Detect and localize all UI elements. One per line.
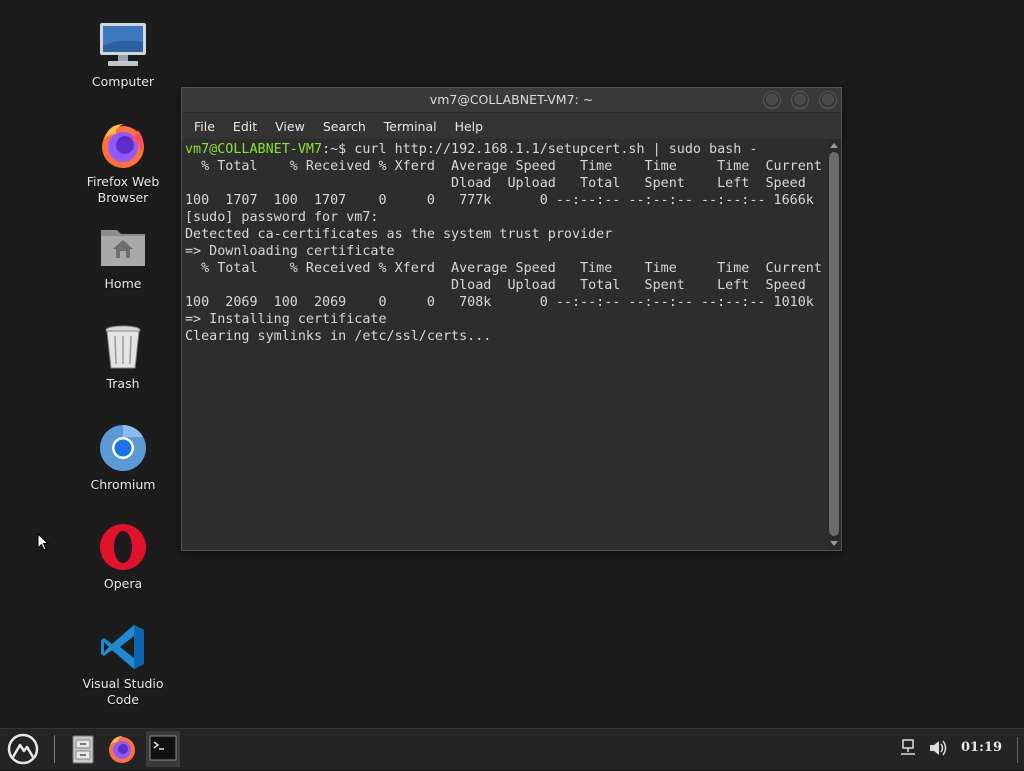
vscode-icon	[98, 622, 148, 672]
desktop-icon-computer[interactable]: Computer	[73, 20, 173, 90]
desktop-icon-opera[interactable]: Opera	[73, 522, 173, 592]
desktop-icon-firefox[interactable]: Firefox Web Browser	[73, 120, 173, 206]
desktop-icon-label: Firefox Web Browser	[86, 174, 160, 205]
zorin-logo-icon	[7, 733, 39, 765]
desktop-icon-label: Visual Studio Code	[82, 676, 164, 707]
menu-terminal[interactable]: Terminal	[376, 119, 445, 134]
taskbar-terminal[interactable]	[146, 731, 180, 767]
home-folder-icon	[98, 222, 148, 272]
desktop-icon-label: Opera	[103, 576, 143, 591]
scroll-up-arrow-icon[interactable]	[830, 143, 838, 148]
desktop-icon-label: Computer	[91, 74, 155, 89]
trash-icon	[98, 322, 148, 372]
terminal-output[interactable]: vm7@COLLABNET-VM7:~$ curl http://192.168…	[182, 139, 827, 550]
desktop-icon-trash[interactable]: Trash	[73, 322, 173, 392]
taskbar-firefox[interactable]	[106, 733, 138, 765]
close-button[interactable]	[819, 91, 837, 109]
desktop-icon-label: Trash	[106, 376, 140, 391]
terminal-line: => Installing certificate	[185, 312, 387, 327]
firefox-icon	[109, 736, 135, 763]
desktop-icon-chromium[interactable]: Chromium	[73, 423, 173, 493]
menu-file[interactable]: File	[186, 119, 223, 134]
mouse-cursor-icon	[37, 532, 50, 555]
network-icon[interactable]	[899, 739, 917, 757]
terminal-window[interactable]: vm7@COLLABNET-VM7: ~ File Edit View Sear…	[181, 87, 842, 551]
minimize-button[interactable]	[763, 91, 781, 109]
taskbar-separator	[54, 735, 55, 763]
terminal-line: [sudo] password for vm7:	[185, 210, 379, 225]
terminal-scrollbar[interactable]	[827, 139, 841, 550]
terminal-line: % Total % Received % Xferd Average Speed…	[185, 261, 822, 276]
terminal-command-line: vm7@COLLABNET-VM7:~$ curl http://192.168…	[185, 141, 824, 158]
window-titlebar[interactable]: vm7@COLLABNET-VM7: ~	[182, 88, 841, 113]
prompt-command: :~$ curl http://192.168.1.1/setupcert.sh…	[322, 142, 758, 157]
opera-icon	[98, 522, 148, 572]
taskbar-clock[interactable]: 01:19	[961, 740, 1002, 755]
terminal-line: % Total % Received % Xferd Average Speed…	[185, 159, 822, 174]
volume-icon[interactable]	[928, 739, 948, 757]
desktop-icon-label: Home	[104, 276, 142, 291]
computer-icon	[98, 20, 148, 70]
terminal-line: => Downloading certificate	[185, 244, 395, 259]
menu-search[interactable]: Search	[315, 119, 374, 134]
desktop-icon-home[interactable]: Home	[73, 222, 173, 292]
show-desktop-button[interactable]	[1017, 737, 1024, 763]
terminal-line: Dload Upload Total Spent Left Speed	[185, 176, 806, 191]
terminal-icon	[149, 735, 177, 761]
menu-view[interactable]: View	[267, 119, 313, 134]
menu-help[interactable]: Help	[447, 119, 492, 134]
prompt-user: vm7@COLLABNET-VM7	[185, 142, 323, 157]
terminal-line: Clearing symlinks in /etc/ssl/certs...	[185, 329, 492, 344]
desktop-icon-vscode[interactable]: Visual Studio Code	[73, 622, 173, 708]
chromium-icon	[98, 423, 148, 473]
taskbar-file-manager[interactable]	[67, 733, 99, 765]
terminal-line: Detected ca-certificates as the system t…	[185, 227, 613, 242]
menu-bar: File Edit View Search Terminal Help	[182, 113, 841, 139]
firefox-icon	[98, 120, 148, 170]
file-cabinet-icon	[72, 735, 94, 764]
terminal-line: Dload Upload Total Spent Left Speed	[185, 278, 806, 293]
taskbar: 01:19	[0, 728, 1024, 769]
window-title: vm7@COLLABNET-VM7: ~	[429, 92, 594, 107]
scrollbar-thumb[interactable]	[829, 152, 839, 536]
start-menu-button[interactable]	[7, 733, 39, 765]
desktop-icon-label: Chromium	[90, 477, 156, 492]
terminal-line: 100 2069 100 2069 0 0 708k 0 --:--:-- --…	[185, 295, 814, 310]
maximize-button[interactable]	[791, 91, 809, 109]
scroll-down-arrow-icon[interactable]	[830, 541, 838, 546]
terminal-line: 100 1707 100 1707 0 0 777k 0 --:--:-- --…	[185, 193, 814, 208]
menu-edit[interactable]: Edit	[225, 119, 265, 134]
